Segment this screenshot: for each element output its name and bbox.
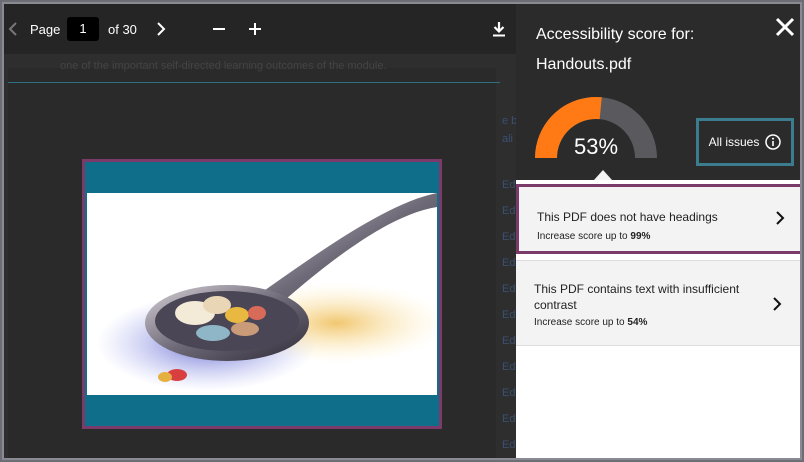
side-fragment: Ed [502,335,516,347]
pills-spoon-image [87,193,437,395]
side-fragment: Ed [502,439,516,451]
pdf-viewer-window: Page 1 of 30 one of the important self-d… [2,2,802,460]
issues-list: This PDF does not have headings Increase… [516,180,800,458]
document-view[interactable]: one of the important self-directed learn… [4,54,516,458]
issue-hint-prefix: Increase score up to [537,231,631,242]
chevron-right-icon [776,211,785,225]
page-total: of 30 [108,21,137,37]
minus-icon [213,28,225,30]
next-page-button[interactable] [156,4,170,54]
side-fragment: Ed [502,283,516,295]
plus-icon [249,23,261,35]
page-divider [8,82,500,83]
chevron-right-icon [157,22,166,36]
side-fragment: Ed [502,257,516,269]
chevron-left-icon [8,22,17,36]
zoom-in-button[interactable] [248,4,266,54]
highlighted-image[interactable] [82,159,442,429]
download-icon [493,22,505,37]
close-icon [775,17,795,37]
issue-score-hint: Increase score up to 54% [534,317,647,328]
pdf-page: one of the important self-directed learn… [8,60,516,458]
issue-item-contrast[interactable]: This PDF contains text with insufficient… [516,260,800,346]
info-icon [765,134,782,150]
close-button[interactable] [774,16,798,40]
zoom-out-button[interactable] [212,4,230,54]
page-number-input[interactable]: 1 [67,17,99,41]
accessibility-panel: Accessibility score for: Handouts.pdf 53… [516,4,800,458]
issue-hint-prefix: Increase score up to [534,317,628,328]
side-fragment: Ed [502,309,516,321]
previous-page-button[interactable] [8,4,22,54]
chevron-right-icon [773,297,782,311]
document-side-text: e b ali Ed Ed Ed Ed Ed Ed Ed Ed Ed Ed Ed [502,108,516,458]
panel-pointer [594,170,612,180]
side-fragment: Ed [502,387,516,399]
issue-item-headings[interactable]: This PDF does not have headings Increase… [516,184,800,254]
side-fragment: Ed [502,205,516,217]
all-issues-button[interactable]: All issues [696,118,794,166]
issue-title: This PDF does not have headings [537,210,718,224]
side-fragment: Ed [502,413,516,425]
issue-title: This PDF contains text with insufficient… [534,282,740,312]
pills-spoon-illustration [87,193,437,395]
all-issues-label: All issues [708,135,760,149]
side-fragment: Ed [502,231,516,243]
issue-hint-value: 54% [627,317,648,328]
file-name: Handouts.pdf [536,56,632,73]
side-fragment: Ed [502,179,516,191]
page-label: Page [30,21,61,37]
viewer-toolbar: Page 1 of 30 [4,4,516,54]
download-button[interactable] [492,4,510,54]
issue-hint-value: 99% [630,231,651,242]
document-text-line: one of the important self-directed learn… [60,60,387,72]
score-value: 53% [573,134,619,159]
side-fragment: Ed [502,361,516,373]
panel-heading: Accessibility score for: [536,26,695,43]
issue-score-hint: Increase score up to 99% [537,231,650,242]
panel-title: Accessibility score for: Handouts.pdf [536,22,756,78]
